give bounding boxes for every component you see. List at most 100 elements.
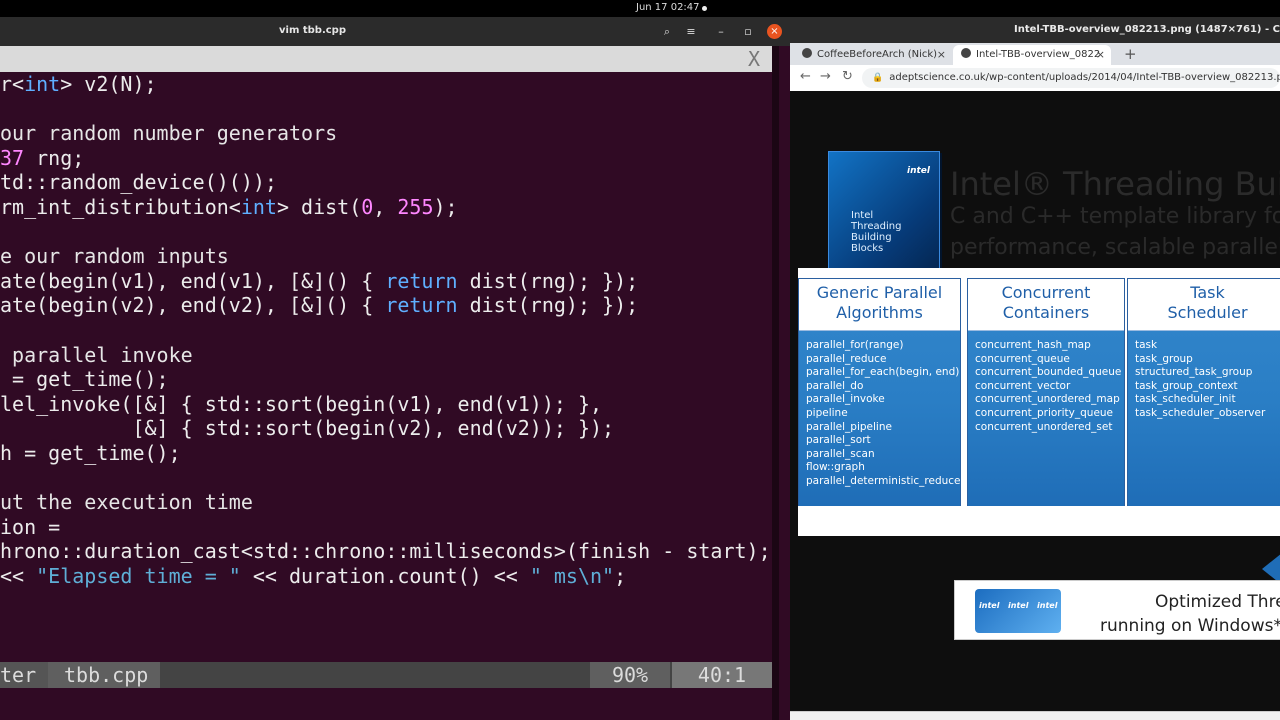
code-token: , bbox=[373, 194, 398, 219]
code-token: [&] { std::sort(begin(v2), end(v2)); }); bbox=[0, 416, 615, 441]
box-title-line: Building bbox=[851, 232, 892, 243]
code-token: = get_time(); bbox=[0, 367, 169, 392]
code-line[interactable]: [&] { std::sort(begin(v2), end(v2)); }); bbox=[0, 416, 772, 441]
feature-item: concurrent_queue bbox=[975, 352, 1070, 365]
feature-item: concurrent_bounded_queue bbox=[975, 366, 1122, 379]
feature-item: structured_task_group bbox=[1135, 366, 1253, 379]
tab-close-icon[interactable]: × bbox=[937, 45, 946, 65]
vim-filename: tbb.cpp bbox=[48, 662, 160, 688]
maximize-icon[interactable]: ▫ bbox=[739, 23, 757, 41]
code-token: << duration.count() << bbox=[240, 563, 530, 588]
code-line[interactable] bbox=[0, 466, 772, 491]
vim-statusline: ter tbb.cpp 90% 40:1 bbox=[0, 662, 772, 688]
feature-item: parallel_pipeline bbox=[806, 420, 892, 433]
horizontal-scrollbar[interactable] bbox=[790, 711, 1280, 720]
code-line[interactable]: e our random inputs bbox=[0, 244, 772, 269]
code-line[interactable] bbox=[0, 97, 772, 122]
browser-window-title[interactable]: Intel-TBB-overview_082213.png (1487×761)… bbox=[790, 17, 1280, 43]
column-concurrent-containers: Concurrent Containers concurrent_hash_ma… bbox=[967, 278, 1125, 506]
code-line[interactable]: ion = bbox=[0, 515, 772, 540]
code-token: return bbox=[385, 268, 458, 293]
code-editor[interactable]: r<int> v2(N); our random number generator… bbox=[0, 72, 772, 652]
code-line[interactable]: hrono::duration_cast<std::chrono::millis… bbox=[0, 539, 772, 564]
box-title-line: Intel bbox=[851, 210, 874, 221]
feature-item: parallel_for(range) bbox=[806, 339, 904, 351]
column-title-line: Containers bbox=[1002, 303, 1090, 322]
column-title-line: Task bbox=[1190, 283, 1225, 302]
code-line[interactable] bbox=[0, 318, 772, 343]
column-task-scheduler: Task Scheduler task task_group structured_… bbox=[1127, 278, 1280, 506]
code-line[interactable]: ut the execution time bbox=[0, 490, 772, 515]
minimize-icon[interactable]: – bbox=[712, 23, 730, 41]
code-token: dist(rng); }); bbox=[457, 293, 639, 318]
code-line[interactable]: our random number generators bbox=[0, 121, 772, 146]
column-title-line: Scheduler bbox=[1167, 303, 1248, 322]
reload-icon[interactable]: ↻ bbox=[842, 69, 853, 84]
code-line[interactable]: 37 rng; bbox=[0, 146, 772, 171]
code-token: << bbox=[0, 563, 37, 588]
back-arrow-icon[interactable]: ← bbox=[800, 69, 811, 84]
hamburger-menu-icon[interactable]: ≡ bbox=[682, 23, 700, 41]
code-token: "Elapsed time = " bbox=[36, 563, 241, 588]
code-line[interactable]: ate(begin(v1), end(v1), [&]() { return d… bbox=[0, 269, 772, 294]
column-header: Concurrent Containers bbox=[968, 279, 1124, 331]
code-line[interactable]: ate(begin(v2), end(v2), [&]() { return d… bbox=[0, 293, 772, 318]
feature-item: flow::graph bbox=[806, 461, 865, 474]
system-clock[interactable]: Jun 17 02:47 bbox=[636, 2, 700, 13]
feature-item: parallel_do bbox=[806, 379, 864, 392]
code-token: " ms\n" bbox=[529, 563, 615, 588]
code-line[interactable]: r<int> v2(N); bbox=[0, 72, 772, 97]
close-icon[interactable]: × bbox=[767, 24, 782, 39]
new-tab-button[interactable]: + bbox=[1124, 43, 1137, 65]
terminal-titlebar[interactable]: vim tbb.cpp ⌕ ≡ – ▫ × bbox=[0, 17, 790, 46]
forward-arrow-icon[interactable]: → bbox=[820, 69, 831, 84]
image-subline: C and C++ template library for bbox=[950, 204, 1280, 229]
feature-item: task_scheduler_init bbox=[1135, 393, 1236, 406]
code-line[interactable]: parallel invoke bbox=[0, 343, 772, 368]
vim-tab-close[interactable]: X bbox=[736, 46, 772, 72]
code-token: e our random inputs bbox=[0, 244, 229, 269]
code-token: r< bbox=[0, 72, 25, 96]
feature-item: concurrent_vector bbox=[975, 379, 1071, 392]
code-line[interactable]: rm_int_distribution<int> dist(0, 255); bbox=[0, 195, 772, 220]
code-line[interactable]: h = get_time(); bbox=[0, 441, 772, 466]
code-token: 37 bbox=[0, 145, 25, 170]
intel-badge-label: intel bbox=[1037, 601, 1058, 610]
column-header: Generic Parallel Algorithms bbox=[799, 279, 960, 331]
vim-tabline: X bbox=[0, 46, 772, 72]
feature-item: concurrent_unordered_set bbox=[975, 420, 1113, 433]
tab-label: Intel-TBB-overview_0822 bbox=[976, 49, 1101, 60]
tab-intel-tbb-overview[interactable]: Intel-TBB-overview_0822 × bbox=[953, 45, 1111, 65]
system-top-bar: Jun 17 02:47 bbox=[0, 0, 1280, 17]
vim-mode: ter bbox=[0, 662, 48, 688]
column-title-line: Algorithms bbox=[836, 303, 923, 322]
search-icon[interactable]: ⌕ bbox=[658, 23, 676, 41]
code-token: ate(begin(v1), end(v1), [&]() { bbox=[0, 268, 386, 293]
feature-item: task_group bbox=[1135, 352, 1193, 365]
tab-close-icon[interactable]: × bbox=[1096, 45, 1105, 65]
code-token: ion = bbox=[0, 514, 61, 539]
code-line[interactable]: = get_time(); bbox=[0, 367, 772, 392]
terminal-title: vim tbb.cpp bbox=[279, 25, 346, 36]
box-title-line: Blocks bbox=[851, 243, 884, 254]
column-items: parallel_for(range) parallel_reduce parall… bbox=[799, 331, 961, 506]
recording-indicator-icon bbox=[702, 6, 707, 11]
code-token: int bbox=[240, 194, 277, 219]
terminal-scrollbar[interactable] bbox=[772, 46, 779, 720]
feature-item: task bbox=[1135, 339, 1158, 351]
image-headline: Intel® Threading Buildin bbox=[950, 165, 1280, 203]
code-line[interactable] bbox=[0, 220, 772, 245]
browser-window: Intel-TBB-overview_082213.png (1487×761)… bbox=[790, 17, 1280, 720]
box-title-line: Threading bbox=[851, 221, 902, 232]
intel-badge-label: intel bbox=[979, 601, 1000, 610]
intel-inside-badges: intel intel intel bbox=[975, 589, 1061, 633]
code-line[interactable]: lel_invoke([&] { std::sort(begin(v1), en… bbox=[0, 392, 772, 417]
code-token: parallel invoke bbox=[0, 342, 193, 367]
code-token: lel_invoke([&] { std::sort(begin(v1), en… bbox=[0, 391, 603, 416]
address-bar[interactable]: 🔒 adeptscience.co.uk/wp-content/uploads/2… bbox=[862, 68, 1280, 88]
tab-coffeebeforearch[interactable]: CoffeeBeforeArch (Nick) × bbox=[794, 45, 952, 65]
code-line[interactable]: << "Elapsed time = " << duration.count()… bbox=[0, 564, 772, 589]
code-line[interactable]: td::random_device()()); bbox=[0, 170, 772, 195]
browser-toolbar: ← → ↻ 🔒 adeptscience.co.uk/wp-content/upl… bbox=[790, 65, 1280, 91]
vim-cursor-position: 40:1 bbox=[672, 662, 772, 688]
